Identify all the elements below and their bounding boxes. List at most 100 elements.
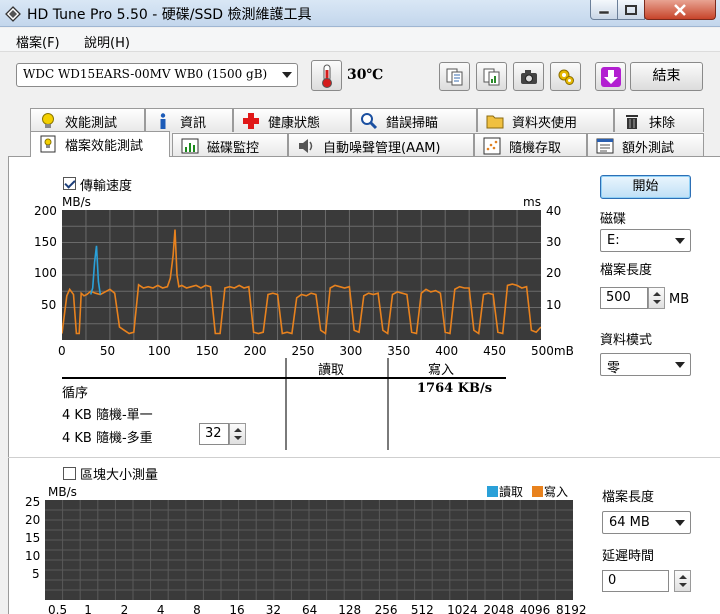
data-mode-value: 零 bbox=[607, 361, 621, 376]
y2-tick-label: 40 bbox=[546, 204, 562, 218]
x-tick-label: 450 bbox=[483, 344, 506, 358]
write-header: 寫入 bbox=[428, 363, 455, 378]
health-cross-icon bbox=[243, 113, 259, 129]
disk-label: 磁碟 bbox=[600, 212, 627, 227]
block-x-tick-label: 1 bbox=[84, 603, 92, 614]
block-x-tick-label: 8 bbox=[193, 603, 201, 614]
block-x-tick-label: 0.5 bbox=[48, 603, 68, 614]
scatter-icon bbox=[483, 137, 501, 155]
menu-help[interactable]: 說明(H) bbox=[84, 32, 130, 51]
copy-all-button[interactable] bbox=[476, 62, 507, 91]
menu-file[interactable]: 檔案(F) bbox=[16, 32, 60, 51]
file-length-input[interactable]: 500 bbox=[600, 287, 648, 309]
block-file-length-select[interactable]: 64 MB bbox=[602, 511, 691, 534]
block-size-checkbox[interactable] bbox=[63, 467, 76, 480]
tab-erase[interactable]: 抹除 bbox=[614, 108, 704, 132]
transfer-speed-label: 傳輸速度 bbox=[80, 179, 133, 194]
drive-select[interactable]: WDC WD15EARS-00MV WB0 (1500 gB) bbox=[16, 63, 298, 87]
chevron-down-icon bbox=[675, 238, 685, 244]
block-size-label: 區塊大小測量 bbox=[80, 468, 159, 483]
block-x-tick-label: 2 bbox=[120, 603, 129, 614]
tab-health[interactable]: 健康狀態 bbox=[233, 108, 351, 132]
temperature-button[interactable] bbox=[311, 60, 342, 91]
info-icon bbox=[160, 113, 166, 129]
save-button[interactable] bbox=[595, 62, 626, 91]
block-x-tick-label: 1024 bbox=[447, 603, 478, 614]
tab-benchmark[interactable]: 效能測試 bbox=[30, 108, 145, 132]
start-button[interactable]: 開始 bbox=[600, 175, 691, 199]
minimize-button[interactable] bbox=[590, 0, 618, 20]
y-tick-label: 50 bbox=[41, 298, 57, 312]
thermometer-icon bbox=[322, 64, 332, 88]
file-length-spinner[interactable] bbox=[648, 287, 665, 309]
copy-info-button[interactable] bbox=[439, 62, 470, 91]
temperature-value: 30℃ bbox=[347, 67, 384, 83]
table-divider bbox=[285, 358, 287, 450]
block-x-tick-label: 512 bbox=[410, 603, 434, 614]
file-length-label: 檔案長度 bbox=[600, 263, 653, 278]
delay-value: 0 bbox=[608, 573, 617, 588]
random-single-label: 4 KB 隨機-單一 bbox=[62, 408, 153, 423]
exit-button[interactable]: 結束 bbox=[630, 62, 703, 91]
y-tick-label: 150 bbox=[34, 235, 57, 249]
legend-read-swatch bbox=[487, 486, 498, 497]
download-arrow-icon bbox=[600, 66, 621, 87]
queue-depth-input[interactable]: 32 bbox=[199, 423, 229, 445]
tab-disk-monitor[interactable]: 磁碟監控 bbox=[172, 133, 288, 157]
speaker-icon bbox=[299, 139, 313, 153]
screenshot-button[interactable] bbox=[513, 62, 544, 91]
sequential-label: 循序 bbox=[62, 386, 89, 401]
x-tick-label: 0 bbox=[58, 344, 66, 358]
spin-down-icon bbox=[679, 583, 687, 587]
tab-folder-usage[interactable]: 資料夾使用 bbox=[477, 108, 614, 132]
block-size-chart bbox=[45, 500, 573, 600]
spin-down-icon bbox=[234, 436, 242, 440]
chevron-down-icon bbox=[675, 520, 685, 526]
file-bench-icon bbox=[40, 135, 56, 153]
y2-unit-label: ms bbox=[523, 195, 541, 209]
close-icon bbox=[674, 3, 686, 16]
spin-up-icon bbox=[234, 428, 242, 432]
transfer-speed-plot bbox=[62, 210, 541, 340]
title-bar[interactable]: HD Tune Pro 5.50 - 硬碟/SSD 檢測維護工具 bbox=[0, 0, 720, 27]
copy-chart-icon bbox=[483, 68, 499, 85]
section-separator bbox=[8, 457, 720, 458]
trash-icon bbox=[626, 115, 638, 129]
tab-error-scan[interactable]: 錯誤掃瞄 bbox=[351, 108, 477, 132]
tab-extra-tests[interactable]: 額外測試 bbox=[587, 133, 704, 157]
options-button[interactable] bbox=[550, 62, 581, 91]
data-mode-label: 資料模式 bbox=[600, 333, 653, 348]
chevron-down-icon bbox=[675, 362, 685, 368]
data-mode-select[interactable]: 零 bbox=[600, 353, 691, 376]
delay-input[interactable]: 0 bbox=[602, 570, 669, 592]
spin-up-icon bbox=[679, 575, 687, 579]
tab-aam[interactable]: 自動噪聲管理(AAM) bbox=[288, 133, 474, 157]
legend-write-label: 寫入 bbox=[544, 485, 569, 499]
queue-depth-value: 32 bbox=[205, 426, 222, 441]
transfer-speed-checkbox[interactable] bbox=[63, 177, 76, 190]
maximize-button[interactable] bbox=[617, 0, 645, 20]
block-x-tick-label: 4 bbox=[156, 603, 165, 614]
delay-spinner[interactable] bbox=[674, 570, 691, 592]
block-x-tick-label: 128 bbox=[338, 603, 362, 614]
chevron-down-icon bbox=[282, 72, 292, 78]
disk-select[interactable]: E: bbox=[600, 229, 691, 252]
legend-read-label: 讀取 bbox=[499, 485, 524, 499]
tab-random-access[interactable]: 隨機存取 bbox=[474, 133, 587, 157]
read-header: 讀取 bbox=[318, 363, 345, 378]
hdtune-app-icon bbox=[5, 6, 21, 22]
maximize-icon bbox=[625, 4, 637, 15]
file-length-value: 500 bbox=[606, 290, 631, 305]
y2-tick-label: 10 bbox=[546, 298, 562, 312]
block-file-length-label: 檔案長度 bbox=[602, 490, 655, 505]
x-tick-label: 100 bbox=[147, 344, 171, 358]
queue-depth-spinner[interactable] bbox=[229, 423, 246, 445]
close-button[interactable] bbox=[644, 0, 716, 20]
x-tick-label: 250 bbox=[291, 344, 315, 358]
sequential-write-value: 1764 KB/s bbox=[417, 381, 493, 396]
spin-down-icon bbox=[653, 300, 661, 304]
tab-info[interactable]: 資訊 bbox=[145, 108, 233, 132]
monitor-chart-icon bbox=[181, 138, 199, 154]
tab-file-benchmark[interactable]: 檔案效能測試 bbox=[30, 131, 170, 157]
block-x-tick-label: 2048 bbox=[483, 603, 514, 614]
